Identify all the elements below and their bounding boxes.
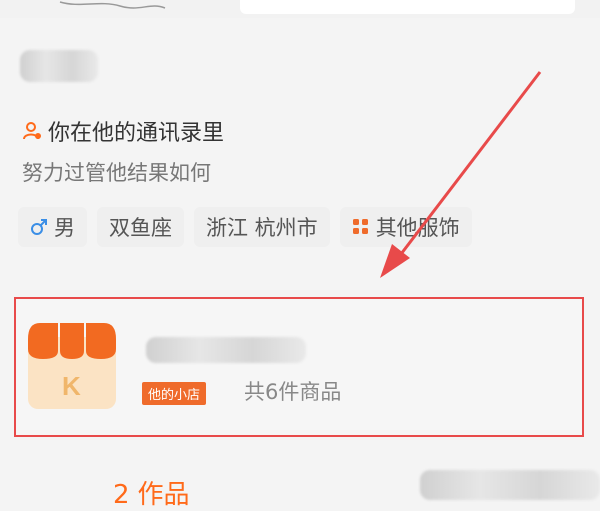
svg-text:K: K [62, 371, 81, 401]
works-tab[interactable]: 2 作品 [113, 474, 190, 511]
blurred-shop-name [146, 337, 306, 363]
shop-card[interactable]: K 他的小店 共6件商品 [14, 297, 584, 437]
works-count: 2 [113, 480, 130, 510]
shop-product-count: 共6件商品 [244, 380, 342, 404]
blurred-watermark [420, 470, 600, 500]
shop-logo-icon: K [28, 323, 116, 409]
shop-badge: 他的小店 [142, 382, 207, 405]
works-label: 作品 [137, 480, 190, 510]
